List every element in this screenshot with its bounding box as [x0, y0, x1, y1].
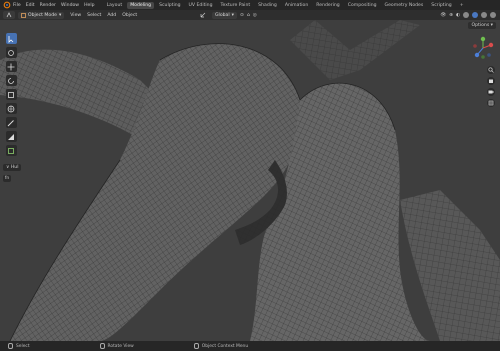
3d-cursor-icon — [8, 49, 14, 56]
cursor-tool[interactable] — [5, 47, 17, 58]
zoom-icon[interactable] — [487, 66, 495, 74]
pivot-icon[interactable]: ⊙ — [240, 13, 244, 18]
cube-icon — [8, 147, 14, 154]
viewport-menu: View Select Add Object — [70, 13, 137, 18]
editor-type-button[interactable] — [3, 11, 15, 19]
tab-geometry-nodes[interactable]: Geometry Nodes — [382, 2, 427, 9]
hul-label: Hul — [10, 165, 19, 170]
transform-controls: Global ▾ ⊙ ⌂ ◎ — [200, 11, 257, 19]
mesh-view — [0, 20, 500, 341]
workspace-tabs: Layout Modeling Sculpting UV Editing Tex… — [104, 1, 467, 9]
transform-icon — [7, 105, 15, 112]
snap-icon[interactable]: ⌂ — [247, 13, 250, 18]
mouse-left-icon — [8, 343, 13, 349]
orientation-icon — [200, 12, 206, 18]
select-tool[interactable] — [5, 33, 17, 44]
overlay-toggle-icon[interactable]: ◐ — [456, 13, 460, 18]
hul-panel-toggle[interactable]: ∨ Hul — [3, 164, 22, 171]
rotate-tool[interactable] — [5, 75, 17, 86]
visibility-icon[interactable]: 👁 — [440, 13, 446, 18]
rotate-icon — [8, 77, 14, 84]
wireframe-shading-icon[interactable] — [463, 12, 469, 18]
tab-animation[interactable]: Animation — [282, 2, 311, 9]
blender-logo-icon[interactable] — [3, 1, 11, 9]
tab-compositing[interactable]: Compositing — [345, 2, 380, 9]
proportional-edit-icon[interactable]: ◎ — [253, 13, 257, 18]
status-select: Select — [8, 343, 30, 349]
menu-select[interactable]: Select — [87, 13, 101, 18]
mouse-right-icon — [193, 343, 199, 349]
move-tool[interactable] — [5, 61, 17, 72]
menu-window[interactable]: Window — [61, 3, 79, 8]
cursor-arrow-icon — [8, 35, 14, 43]
perspective-grid-icon[interactable] — [487, 99, 495, 107]
main-menu: File Edit Render Window Help — [13, 3, 95, 8]
navigation-buttons — [487, 66, 495, 107]
tool-shelf — [4, 33, 18, 156]
gizmo-toggle-icon[interactable]: ⊕ — [449, 13, 453, 18]
mode-dropdown[interactable]: Object Mode ▾ — [18, 11, 65, 19]
camera-icon[interactable] — [487, 88, 495, 96]
orientation-dropdown[interactable]: Global ▾ — [212, 11, 237, 19]
orientation-label: Global — [215, 12, 230, 18]
rendered-shading-icon[interactable] — [490, 12, 496, 18]
menu-view[interactable]: View — [70, 13, 81, 18]
shading-controls: 👁 ⊕ ◐ — [440, 12, 496, 18]
menu-render[interactable]: Render — [40, 3, 56, 8]
solid-shading-icon[interactable] — [472, 12, 478, 18]
menu-edit[interactable]: Edit — [26, 3, 35, 8]
move-icon — [7, 63, 15, 70]
mode-label: Object Mode — [28, 12, 57, 18]
scale-tool[interactable] — [5, 89, 17, 100]
tab-rendering[interactable]: Rendering — [313, 2, 342, 9]
navigation-gizmo[interactable] — [471, 36, 495, 60]
pencil-icon — [7, 119, 14, 126]
status-rotate: Rotate View — [99, 343, 134, 349]
status-rotate-label: Rotate View — [107, 343, 134, 349]
add-cube-tool[interactable] — [5, 145, 17, 156]
3d-viewport[interactable] — [0, 20, 500, 341]
options-label: Options — [471, 23, 490, 28]
tab-sculpting[interactable]: Sculpting — [156, 2, 183, 9]
options-dropdown[interactable]: Options ▾ — [468, 22, 496, 29]
menu-object[interactable]: Object — [122, 13, 137, 18]
measure-tool[interactable] — [5, 131, 17, 142]
hul-tool[interactable]: fn — [3, 175, 11, 182]
menu-help[interactable]: Help — [84, 3, 94, 8]
mouse-middle-icon — [99, 343, 105, 349]
viewport-header: Object Mode ▾ View Select Add Object Glo… — [0, 10, 500, 20]
top-bar: File Edit Render Window Help Layout Mode… — [0, 0, 500, 10]
pan-hand-icon[interactable] — [487, 77, 495, 85]
status-context-label: Object Context Menu — [201, 343, 249, 349]
tab-layout[interactable]: Layout — [104, 2, 126, 9]
material-shading-icon[interactable] — [481, 12, 487, 18]
add-workspace-button[interactable]: + — [457, 2, 467, 9]
object-mode-icon — [21, 12, 26, 18]
menu-file[interactable]: File — [13, 3, 21, 8]
scale-icon — [8, 91, 14, 98]
status-context: Object Context Menu — [193, 343, 249, 349]
chevron-down-icon: ▾ — [58, 12, 62, 18]
tab-modeling[interactable]: Modeling — [127, 1, 155, 9]
menu-add[interactable]: Add — [107, 13, 116, 18]
transform-tool[interactable] — [5, 103, 17, 114]
status-bar: Select Rotate View Object Context Menu — [0, 341, 500, 351]
tab-texture-paint[interactable]: Texture Paint — [218, 2, 254, 9]
ruler-icon — [8, 133, 14, 140]
tab-uv-editing[interactable]: UV Editing — [186, 2, 216, 9]
editor-type-icon — [6, 12, 12, 18]
annotate-tool[interactable] — [5, 117, 17, 128]
status-select-label: Select — [16, 343, 30, 349]
tab-shading[interactable]: Shading — [255, 2, 280, 9]
tab-scripting[interactable]: Scripting — [428, 2, 454, 9]
